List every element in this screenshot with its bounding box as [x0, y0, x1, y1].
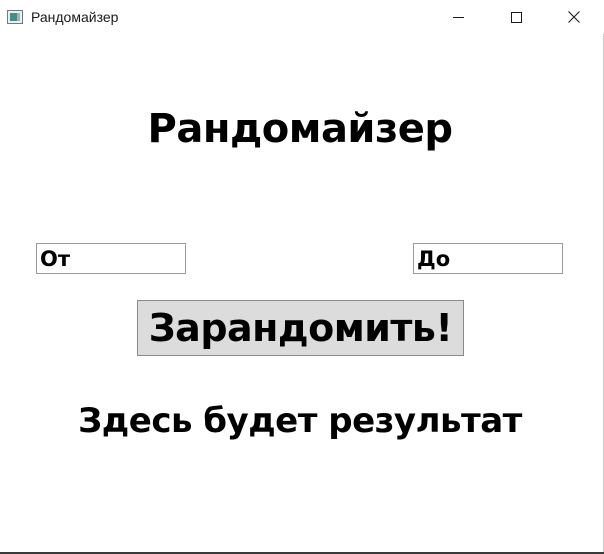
title-bar[interactable]: Рандомайзер: [0, 0, 604, 34]
close-button[interactable]: [545, 0, 603, 34]
close-icon: [568, 8, 580, 27]
minimize-button[interactable]: [429, 0, 487, 34]
maximize-button[interactable]: [487, 0, 545, 34]
app-window: Рандомайзер Рандомайзер Зарандомить! Зде…: [0, 0, 604, 552]
minimize-icon: [452, 16, 464, 18]
result-label: Здесь будет результат: [78, 401, 522, 441]
window-title: Рандомайзер: [31, 9, 119, 25]
app-icon: [7, 10, 23, 24]
from-input[interactable]: [36, 243, 186, 274]
to-input[interactable]: [413, 243, 563, 274]
page-heading: Рандомайзер: [147, 106, 453, 152]
maximize-icon: [510, 11, 522, 23]
randomize-button[interactable]: Зарандомить!: [137, 300, 464, 356]
